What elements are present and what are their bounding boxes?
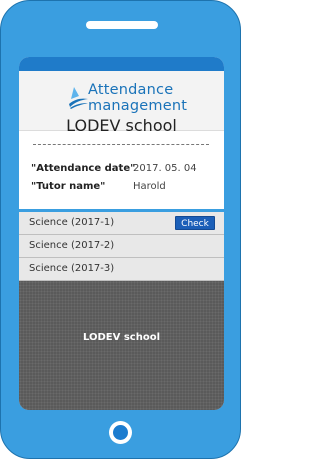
attendance-date-value: 2017. 05. 04 <box>133 163 197 174</box>
phone-speaker <box>86 21 158 29</box>
class-item-science-2017-3[interactable]: Science (2017-3) <box>19 258 224 281</box>
app-header-bar <box>19 57 224 71</box>
dashed-divider <box>33 144 209 145</box>
tutor-name-value: Harold <box>133 181 166 192</box>
attendance-date-label: "Attendance date" <box>31 163 136 174</box>
class-item-science-2017-2[interactable]: Science (2017-2) <box>19 235 224 258</box>
app-title-line1: Attendance <box>88 82 174 98</box>
school-title: LODEV school <box>66 116 177 135</box>
app-screen: Attendance management LODEV school "Atte… <box>19 57 224 410</box>
app-title-line2: management <box>88 98 188 114</box>
home-button[interactable] <box>109 421 132 444</box>
footer-school-name: LODEV school <box>82 332 161 343</box>
class-item-science-2017-1[interactable]: Science (2017-1) Check <box>19 212 224 235</box>
swoosh-logo-icon <box>69 87 88 109</box>
class-item-label: Science (2017-3) <box>29 263 115 274</box>
check-button[interactable]: Check <box>175 216 215 230</box>
class-item-label: Science (2017-2) <box>29 240 115 251</box>
class-item-label: Science (2017-1) <box>29 217 115 228</box>
phone-frame: Attendance management LODEV school "Atte… <box>0 0 241 459</box>
tutor-name-label: "Tutor name" <box>31 181 106 192</box>
app-footer: LODEV school <box>19 281 224 410</box>
